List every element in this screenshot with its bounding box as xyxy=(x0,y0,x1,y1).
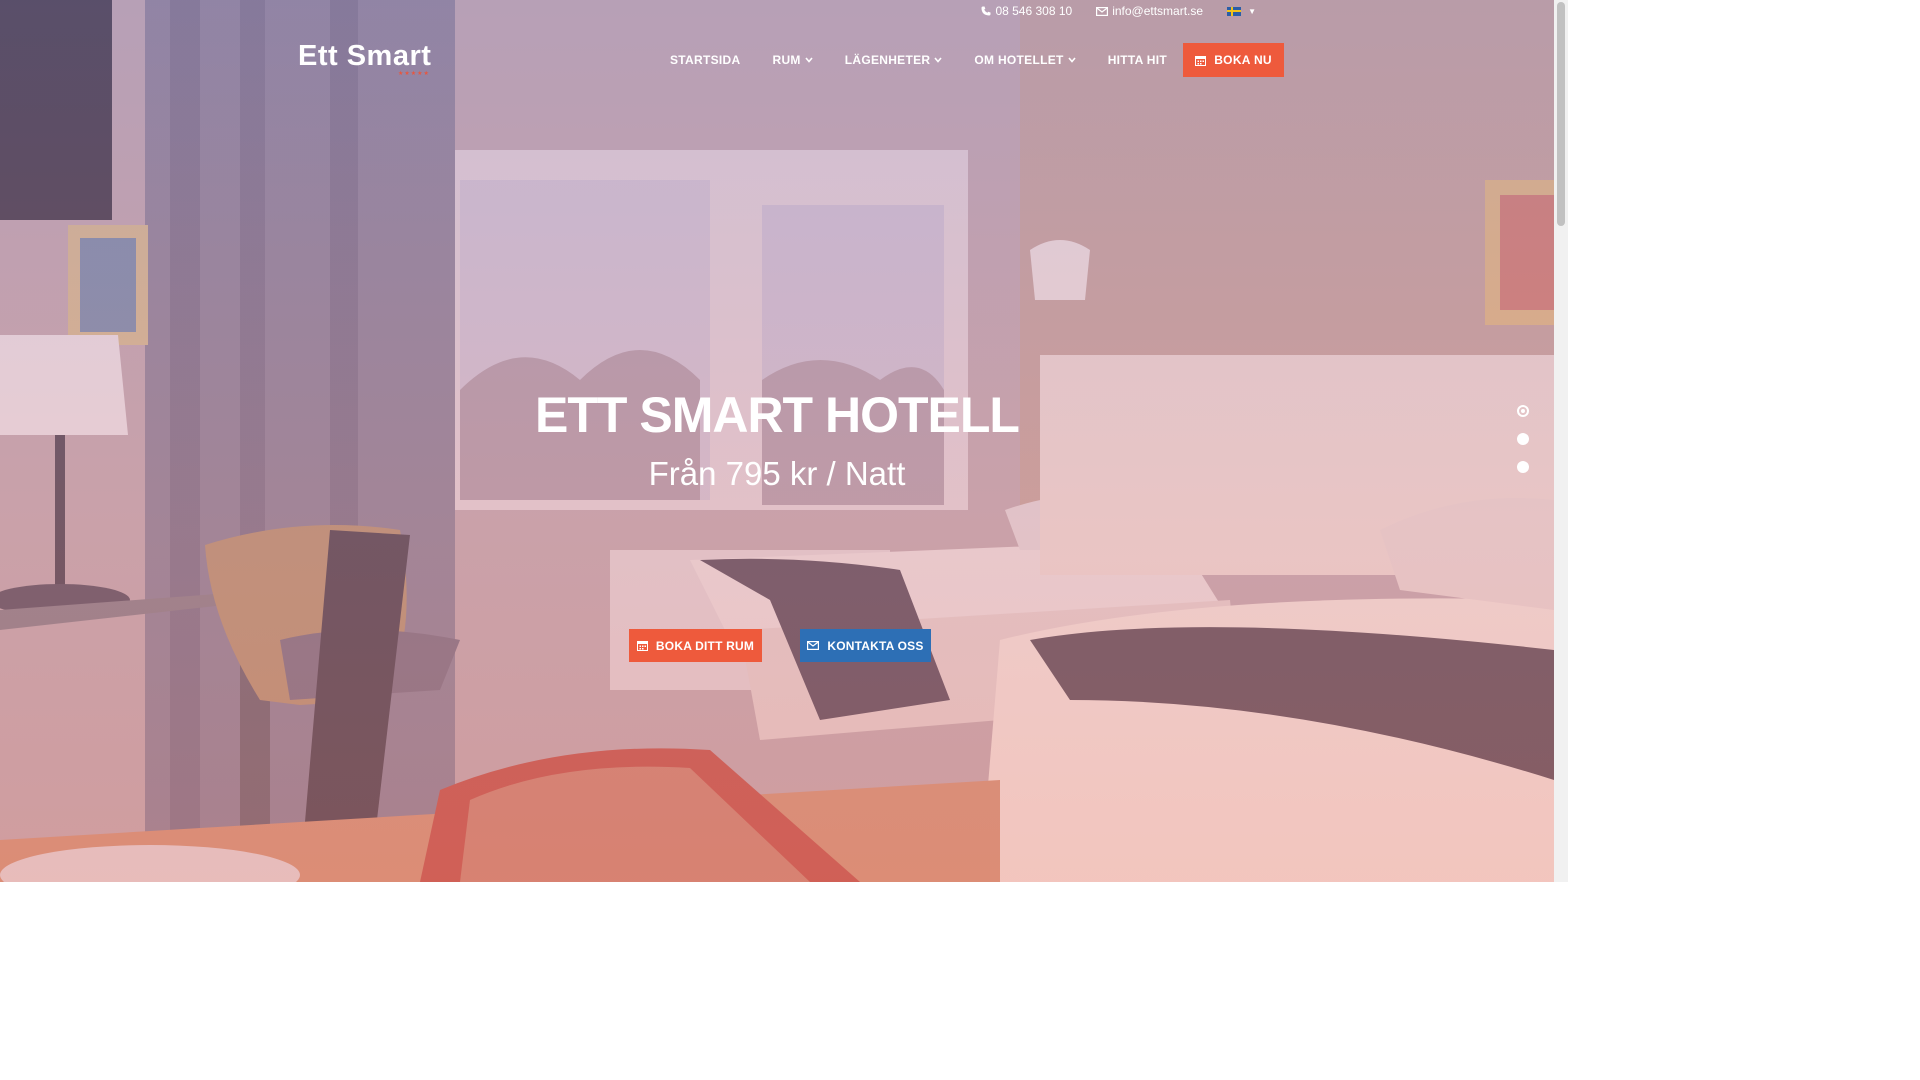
envelope-icon xyxy=(807,641,820,650)
logo-stars: ★★★★★ xyxy=(398,71,430,77)
boka-nu-button[interactable]: BOKA NU xyxy=(1183,43,1285,77)
phone-number: 08 546 308 10 xyxy=(995,4,1073,18)
email-link[interactable]: info@ettsmart.se xyxy=(1096,4,1203,18)
boka-nu-label: BOKA NU xyxy=(1214,53,1272,67)
page-scrollbar[interactable] xyxy=(1554,0,1568,882)
calendar-icon xyxy=(1195,55,1207,66)
book-room-button[interactable]: BOKA DITT RUM xyxy=(629,629,762,662)
chevron-down-icon xyxy=(934,57,942,63)
sweden-flag-icon xyxy=(1227,6,1242,16)
contact-us-button[interactable]: KONTAKTA OSS xyxy=(800,629,931,662)
nav-item-om-hotellet[interactable]: OM HOTELLET xyxy=(958,53,1091,67)
book-room-label: BOKA DITT RUM xyxy=(655,638,755,653)
envelope-icon xyxy=(1096,6,1109,16)
slider-dot-2[interactable] xyxy=(1517,433,1529,445)
chevron-down-icon xyxy=(1068,57,1076,63)
main-navigation: STARTSIDA RUM LÄGENHETER OM HOTELLET HIT… xyxy=(654,43,1285,77)
email-address: info@ettsmart.se xyxy=(1112,4,1204,18)
nav-label: STARTSIDA xyxy=(670,53,741,67)
contact-us-label: KONTAKTA OSS xyxy=(827,638,924,653)
nav-item-rum[interactable]: RUM xyxy=(756,53,828,67)
nav-item-hitta-hit[interactable]: HITTA HIT xyxy=(1092,53,1183,67)
scrollbar-thumb[interactable] xyxy=(1557,2,1565,226)
site-logo[interactable]: Ett Smart xyxy=(298,40,431,73)
calendar-icon xyxy=(636,641,648,651)
top-info-bar: 08 546 308 10 info@ettsmart.se ▼ xyxy=(981,4,1256,18)
page: 08 546 308 10 info@ettsmart.se ▼ Ett Sma… xyxy=(0,0,1568,882)
hero-subtitle: Från 795 kr / Natt xyxy=(648,455,906,492)
nav-label: OM HOTELLET xyxy=(974,53,1064,67)
chevron-down-icon xyxy=(805,57,813,63)
caret-down-icon: ▼ xyxy=(1248,6,1256,16)
nav-item-startsida[interactable]: STARTSIDA xyxy=(654,53,756,67)
phone-icon xyxy=(981,6,991,16)
slider-dot-1[interactable] xyxy=(1517,405,1529,417)
hero-title: ETT SMART HOTELL xyxy=(535,387,1020,443)
language-switcher[interactable]: ▼ xyxy=(1227,6,1256,16)
nav-label: HITTA HIT xyxy=(1107,53,1168,67)
nav-label: RUM xyxy=(772,53,801,67)
slider-dot-3[interactable] xyxy=(1517,461,1529,473)
phone-link[interactable]: 08 546 308 10 xyxy=(981,4,1072,18)
nav-item-lagenheter[interactable]: LÄGENHETER xyxy=(829,53,959,67)
nav-label: LÄGENHETER xyxy=(844,53,931,67)
slider-pagination xyxy=(1517,405,1529,489)
